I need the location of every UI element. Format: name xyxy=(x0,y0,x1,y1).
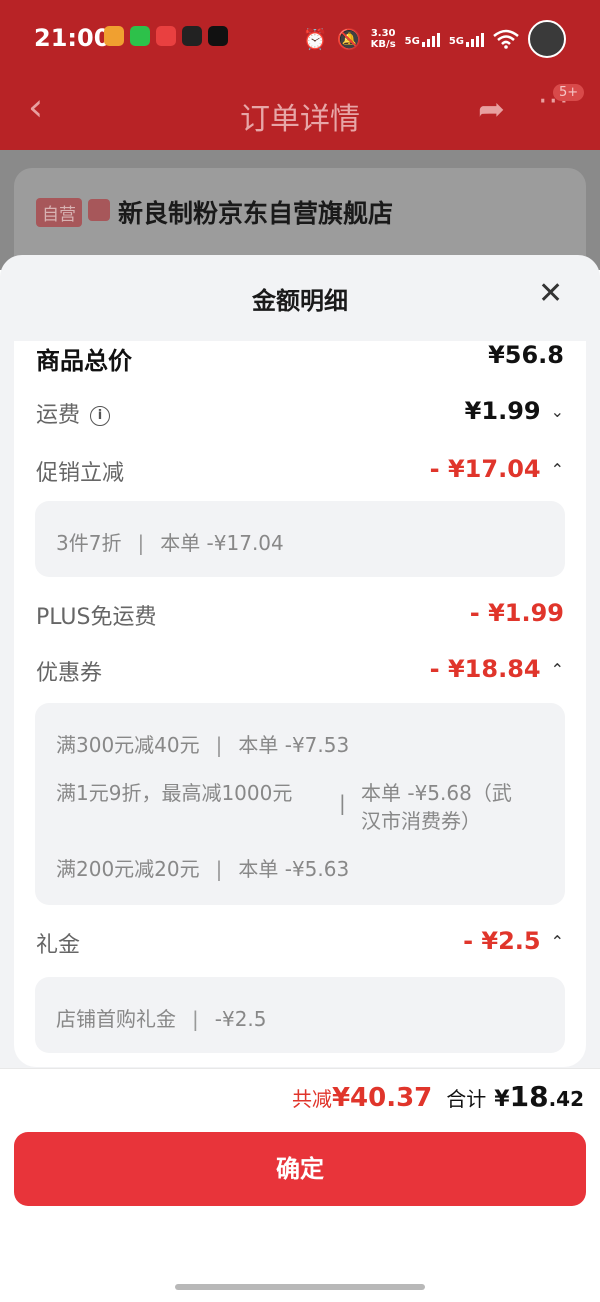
total-integer: 18 xyxy=(509,1080,549,1113)
separator: | xyxy=(215,733,223,757)
signal-bars-icon xyxy=(421,31,440,47)
tiktok-icon xyxy=(208,26,228,46)
page-title: 订单详情 xyxy=(240,102,360,137)
self-operated-tag: 自营 xyxy=(36,198,82,227)
net-speed-value: 3.30 xyxy=(370,28,396,39)
notification-badge: 5+ xyxy=(553,84,585,101)
amount-detail-panel: 商品总价 ¥56.8 运费 i ¥1.99 ⌄ 促销立减 - ¥17.04 ⌃ 3件7… xyxy=(14,341,586,1067)
total-decimal: .42 xyxy=(548,1087,584,1111)
coupon-amount-1: 本单 -¥7.53 xyxy=(238,733,350,757)
chevron-up-icon[interactable]: ⌃ xyxy=(551,932,564,951)
goods-total-amount: ¥56.8 xyxy=(488,341,564,369)
gift-amount: - ¥2.5 xyxy=(463,927,541,955)
total-savings-label: 共减 xyxy=(291,1087,332,1111)
totals-summary: 共减 ¥40.37 合计 ¥ 18 .42 xyxy=(292,1080,584,1113)
gift-value: - ¥2.5 ⌃ xyxy=(463,927,564,955)
coupon-rule-2: 满1元9折，最高减1000元 xyxy=(56,781,293,805)
goods-total-label: 商品总价 xyxy=(36,347,132,375)
promo-label: 促销立减 xyxy=(36,461,125,486)
promo-rule: 3件7折 xyxy=(56,531,122,555)
promo-detail-amount: 本单 -¥17.04 xyxy=(160,531,284,555)
gift-detail-line: 店铺首购礼金 | -¥2.5 xyxy=(56,1003,267,1032)
qq-icon xyxy=(182,26,202,46)
status-time: 21:00 xyxy=(34,24,111,52)
coupon-rule-3: 满200元减20元 xyxy=(56,857,200,881)
network-type-1: 5G xyxy=(404,36,420,47)
close-icon[interactable]: ✕ xyxy=(538,279,563,309)
goods-total-value: ¥56.8 xyxy=(488,341,564,369)
store-chart-icon xyxy=(88,199,110,221)
separator: | xyxy=(137,531,145,555)
row-plus-free-shipping: PLUS免运费 - ¥1.99 xyxy=(36,599,564,633)
total-currency: ¥ xyxy=(494,1087,510,1112)
signal-bars-icon xyxy=(466,31,484,47)
shipping-label-text: 运费 xyxy=(36,403,81,428)
plus-label: PLUS免运费 xyxy=(36,605,157,630)
coupon-amount: - ¥18.84 xyxy=(429,655,541,683)
status-indicators: ⏰ 🔕 3.30 KB/s 5G 5G xyxy=(303,20,566,58)
coupon-detail-line-1: 满300元减40元 | 本单 -¥7.53 xyxy=(56,729,349,758)
info-icon[interactable]: i xyxy=(90,406,111,426)
separator: | xyxy=(339,791,346,815)
mute-icon: 🔕 xyxy=(336,27,362,51)
coupon-value: - ¥18.84 ⌃ xyxy=(430,655,564,683)
status-bar: 21:00 ⏰ 🔕 3.30 KB/s 5G 5G xyxy=(0,0,600,78)
row-gift[interactable]: 礼金 - ¥2.5 ⌃ xyxy=(36,927,564,961)
coupon-amount-3: 本单 -¥5.63 xyxy=(238,857,350,881)
row-goods-total: 商品总价 ¥56.8 xyxy=(36,341,564,375)
alarm-icon: ⏰ xyxy=(302,27,328,51)
store-name[interactable]: 新良制粉京东自营旗舰店 xyxy=(118,194,393,230)
row-promo[interactable]: 促销立减 - ¥17.04 ⌃ xyxy=(36,455,564,489)
nav-bar: ‹ 订单详情 ➦ ··· 5+ xyxy=(0,80,600,142)
share-icon[interactable]: ➦ xyxy=(478,90,505,128)
promo-amount: - ¥17.04 xyxy=(429,455,541,483)
coupon-detail-line-3: 满200元减20元 | 本单 -¥5.63 xyxy=(56,853,349,882)
row-shipping[interactable]: 运费 i ¥1.99 ⌄ xyxy=(36,397,564,431)
footer-bar: 共减 ¥40.37 合计 ¥ 18 .42 确定 xyxy=(0,1068,600,1302)
home-indicator[interactable] xyxy=(175,1284,425,1290)
promo-detail-box: 3件7折 | 本单 -¥17.04 xyxy=(35,501,565,577)
plus-value: - ¥1.99 xyxy=(470,599,564,627)
total-savings-value: ¥40.37 xyxy=(331,1083,433,1113)
coupon-detail-box: 满300元减40元 | 本单 -¥7.53 满1元9折，最高减1000元 | 本单 … xyxy=(35,703,565,905)
app-notification-icon xyxy=(156,26,176,46)
plus-amount: - ¥1.99 xyxy=(469,599,564,627)
coupon-rule-1: 满300元减40元 xyxy=(56,733,200,757)
signal-1: 5G xyxy=(405,31,440,47)
chevron-up-icon[interactable]: ⌃ xyxy=(551,460,564,479)
app-notification-icon xyxy=(104,26,124,46)
sheet-title: 金额明细 xyxy=(252,287,348,315)
shipping-amount: ¥1.99 xyxy=(464,397,541,425)
network-type-2: 5G xyxy=(448,36,464,47)
footer-divider xyxy=(0,1068,600,1069)
wechat-icon xyxy=(130,26,150,46)
net-speed: 3.30 KB/s xyxy=(371,28,396,50)
confirm-button[interactable]: 确定 xyxy=(14,1132,586,1206)
coupon-amount-2-line2: 汉市消费券） xyxy=(361,809,481,833)
separator: | xyxy=(215,857,223,881)
chevron-down-icon[interactable]: ⌄ xyxy=(551,402,564,421)
coupon-amount-2-line1: 本单 -¥5.68（武 xyxy=(361,781,512,805)
promo-detail-line: 3件7折 | 本单 -¥17.04 xyxy=(56,527,284,556)
gift-label: 礼金 xyxy=(36,933,81,958)
promo-value: - ¥17.04 ⌃ xyxy=(430,455,564,483)
row-coupon[interactable]: 优惠券 - ¥18.84 ⌃ xyxy=(36,655,564,689)
signal-2: 5G xyxy=(449,31,484,47)
wifi-icon xyxy=(493,29,519,49)
shipping-label: 运费 i xyxy=(36,397,111,429)
total-label: 合计 xyxy=(446,1087,487,1111)
separator: | xyxy=(192,1007,199,1031)
gift-detail-box: 店铺首购礼金 | -¥2.5 xyxy=(35,977,565,1053)
strawberry-avatar-icon xyxy=(528,20,566,58)
net-speed-unit: KB/s xyxy=(370,39,396,50)
shipping-value: ¥1.99 ⌄ xyxy=(465,397,564,425)
coupon-label: 优惠券 xyxy=(36,661,103,686)
chevron-up-icon[interactable]: ⌃ xyxy=(551,660,564,679)
status-app-icons xyxy=(104,26,228,46)
gift-rule: 店铺首购礼金 xyxy=(56,1007,176,1031)
gift-detail-amount: -¥2.5 xyxy=(214,1007,267,1031)
